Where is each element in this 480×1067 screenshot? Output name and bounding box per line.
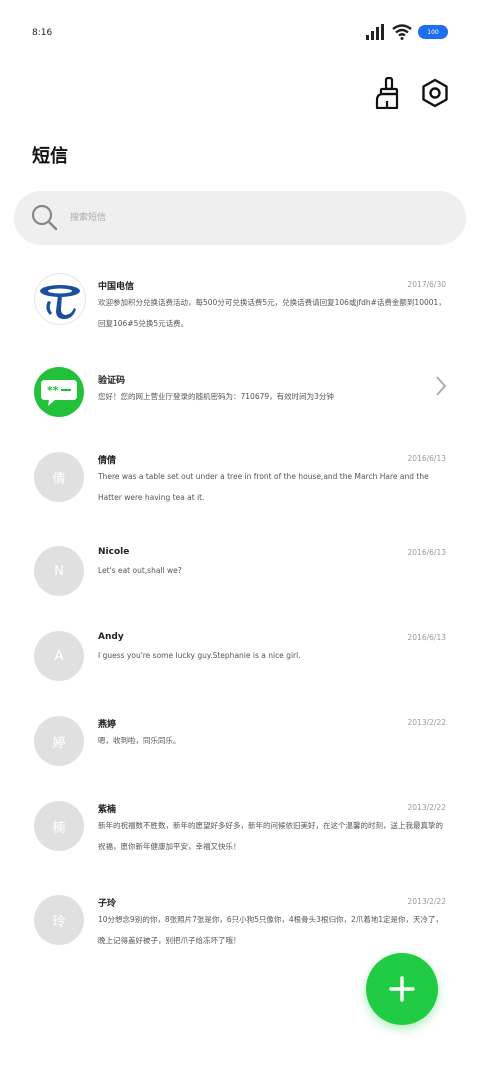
search-icon <box>31 204 58 231</box>
contact-name: 燕婷 <box>98 720 117 730</box>
message-preview: 新年的祝福数不胜数，新年的愿望好多好多，新年的问候依旧美好，在这个温馨的时刻，送… <box>98 821 443 851</box>
conversation-item[interactable]: A Andy 2016/6/13 I guess you're some luc… <box>0 616 480 701</box>
contact-name: 倩倩 <box>98 456 117 466</box>
message-preview: 嗯，收到啦，同乐同乐。 <box>98 736 181 745</box>
status-time: 8:16 <box>32 28 53 38</box>
new-message-button[interactable] <box>366 953 438 1025</box>
avatar-letter: 婷 <box>52 735 66 751</box>
message-preview: Let's eat out,shall we? <box>98 566 182 575</box>
contact-name: 验证码 <box>98 376 126 386</box>
settings-button[interactable] <box>418 76 452 110</box>
message-preview: There was a table set out under a tree i… <box>98 472 429 502</box>
message-date: 2016/6/13 <box>407 454 446 463</box>
message-preview: 10分想念9别的你，8张照片7张是你，6只小狗5只像你，4根骨头3根归你，2爪着… <box>98 915 443 945</box>
broom-icon <box>375 77 399 109</box>
conversation-item[interactable]: N Nicole 2016/6/13 Let's eat out,shall w… <box>0 531 480 616</box>
avatar: 倩 <box>34 452 84 502</box>
message-date: 2017/6/30 <box>407 280 446 289</box>
contact-name: Nicole <box>98 547 130 557</box>
plus-icon <box>389 976 415 1002</box>
avatar-letter: 楠 <box>52 820 66 836</box>
avatar-letter: N <box>54 563 64 579</box>
svg-text:**: ** <box>47 384 59 397</box>
message-preview: I guess you're some lucky guy.Stephanie … <box>98 651 301 660</box>
contact-name: 子玲 <box>98 899 117 909</box>
wifi-icon <box>392 24 412 40</box>
hexagon-settings-icon <box>422 78 448 108</box>
search-bar[interactable] <box>14 191 466 245</box>
conversation-item[interactable]: 楠 紫楠 2013/2/22 新年的祝福数不胜数，新年的愿望好多好多，新年的问候… <box>0 786 480 880</box>
conversation-item[interactable]: ** 验证码 您好！您的网上营业厅登录的随机密码为：710679，有效时间为3分… <box>0 352 480 437</box>
avatar: N <box>34 546 84 596</box>
china-telecom-logo-avatar <box>34 273 86 325</box>
message-preview: 欢迎参加积分兑换话费活动，每500分可兑换话费5元，兑换话费请回复106或jfd… <box>98 298 446 328</box>
contact-name: 紫楠 <box>98 805 117 815</box>
message-date: 2016/6/13 <box>407 633 446 642</box>
status-icons: 100 <box>366 24 448 40</box>
avatar: A <box>34 631 84 681</box>
message-list: 中国电信 2017/6/30 欢迎参加积分兑换话费活动，每500分可兑换话费5元… <box>0 258 480 974</box>
message-date: 2013/2/22 <box>407 897 446 906</box>
avatar: 婷 <box>34 716 84 766</box>
toolbar <box>370 76 452 110</box>
conversation-item[interactable]: 婷 燕婷 2013/2/22 嗯，收到啦，同乐同乐。 <box>0 701 480 786</box>
chevron-right-icon[interactable] <box>434 375 448 397</box>
avatar-letter: A <box>54 648 64 664</box>
avatar-letter: 玲 <box>52 914 66 930</box>
message-date: 2013/2/22 <box>407 803 446 812</box>
battery-icon: 100 <box>418 25 448 39</box>
sms-bubble-icon: ** <box>41 380 77 406</box>
avatar-letter: 倩 <box>52 471 66 487</box>
battery-level: 100 <box>427 28 439 36</box>
conversation-item[interactable]: 中国电信 2017/6/30 欢迎参加积分兑换话费活动，每500分可兑换话费5元… <box>0 258 480 352</box>
contact-name: 中国电信 <box>98 282 135 292</box>
avatar: 楠 <box>34 801 84 851</box>
conversation-item[interactable]: 倩 倩倩 2016/6/13 There was a table set out… <box>0 437 480 531</box>
sms-avatar: ** <box>34 367 84 417</box>
message-preview: 您好！您的网上营业厅登录的随机密码为：710679，有效时间为3分钟 <box>98 392 334 401</box>
signal-icon <box>366 24 384 40</box>
message-date: 2016/6/13 <box>407 548 446 557</box>
message-date: 2013/2/22 <box>407 718 446 727</box>
status-bar: 8:16 100 <box>0 0 480 60</box>
search-input[interactable] <box>68 212 432 224</box>
china-telecom-logo-icon <box>40 285 80 319</box>
page-title: 短信 <box>32 146 68 167</box>
avatar: 玲 <box>34 895 84 945</box>
contact-name: Andy <box>98 632 124 642</box>
clean-button[interactable] <box>370 76 404 110</box>
